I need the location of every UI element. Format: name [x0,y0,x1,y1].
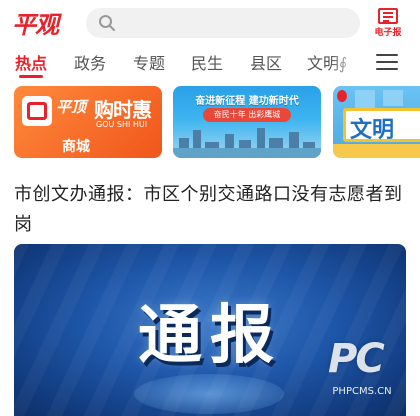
epaper-icon [378,8,398,24]
tab-counties[interactable]: 县区 [250,50,282,74]
app-logo[interactable]: 平观 [12,7,59,39]
epaper-button[interactable]: 电子报 [370,8,406,38]
banner-strip: 平顶 购时惠 GOU SHI HUI 商城 奋进新征程 建功新时代 奋民十年 出… [0,86,420,160]
active-tab-indicator [19,75,43,78]
mall-logo-icon [22,96,52,126]
banner-headline: 奋进新征程 建功新时代 [195,96,299,107]
search-icon [99,15,115,31]
article-headline[interactable]: 市创文办通报：市区个别交通路口没有志愿者到岗 [14,180,410,240]
banner-subtitle: 奋民十年 出彩鹰城 [203,108,291,122]
banner-mall[interactable]: 平顶 购时惠 GOU SHI HUI 商城 [14,86,162,158]
civilization-sign: 文明 [343,108,420,143]
tab-hot[interactable]: 热点 [15,50,47,74]
watermark-logo: PC [328,336,385,382]
watermark-site: PHPCMS.CN [332,386,392,397]
channel-tabs: 热点 政务 专题 民生 县区 文明∮ [0,44,420,80]
top-bar: 平观 电子报 [0,0,420,44]
mall-brand: 平顶 [56,98,87,116]
lantern-icon [337,90,347,102]
mall-pinyin: GOU SHI HUI [96,120,148,129]
mall-title: 购时惠 [94,98,152,122]
tab-government[interactable]: 政务 [74,50,106,74]
mall-tag: 商城 [62,139,90,155]
epaper-label: 电子报 [374,28,402,38]
banner-civilization[interactable]: 文明 [333,86,420,158]
menu-icon[interactable] [376,53,398,71]
watermark: PC PHPCMS.CN [314,336,410,406]
tab-livelihood[interactable]: 民生 [191,50,223,74]
search-input[interactable] [86,8,360,38]
tab-topics[interactable]: 专题 [133,50,165,74]
banner-new-journey[interactable]: 奋进新征程 建功新时代 奋民十年 出彩鹰城 [173,86,321,158]
